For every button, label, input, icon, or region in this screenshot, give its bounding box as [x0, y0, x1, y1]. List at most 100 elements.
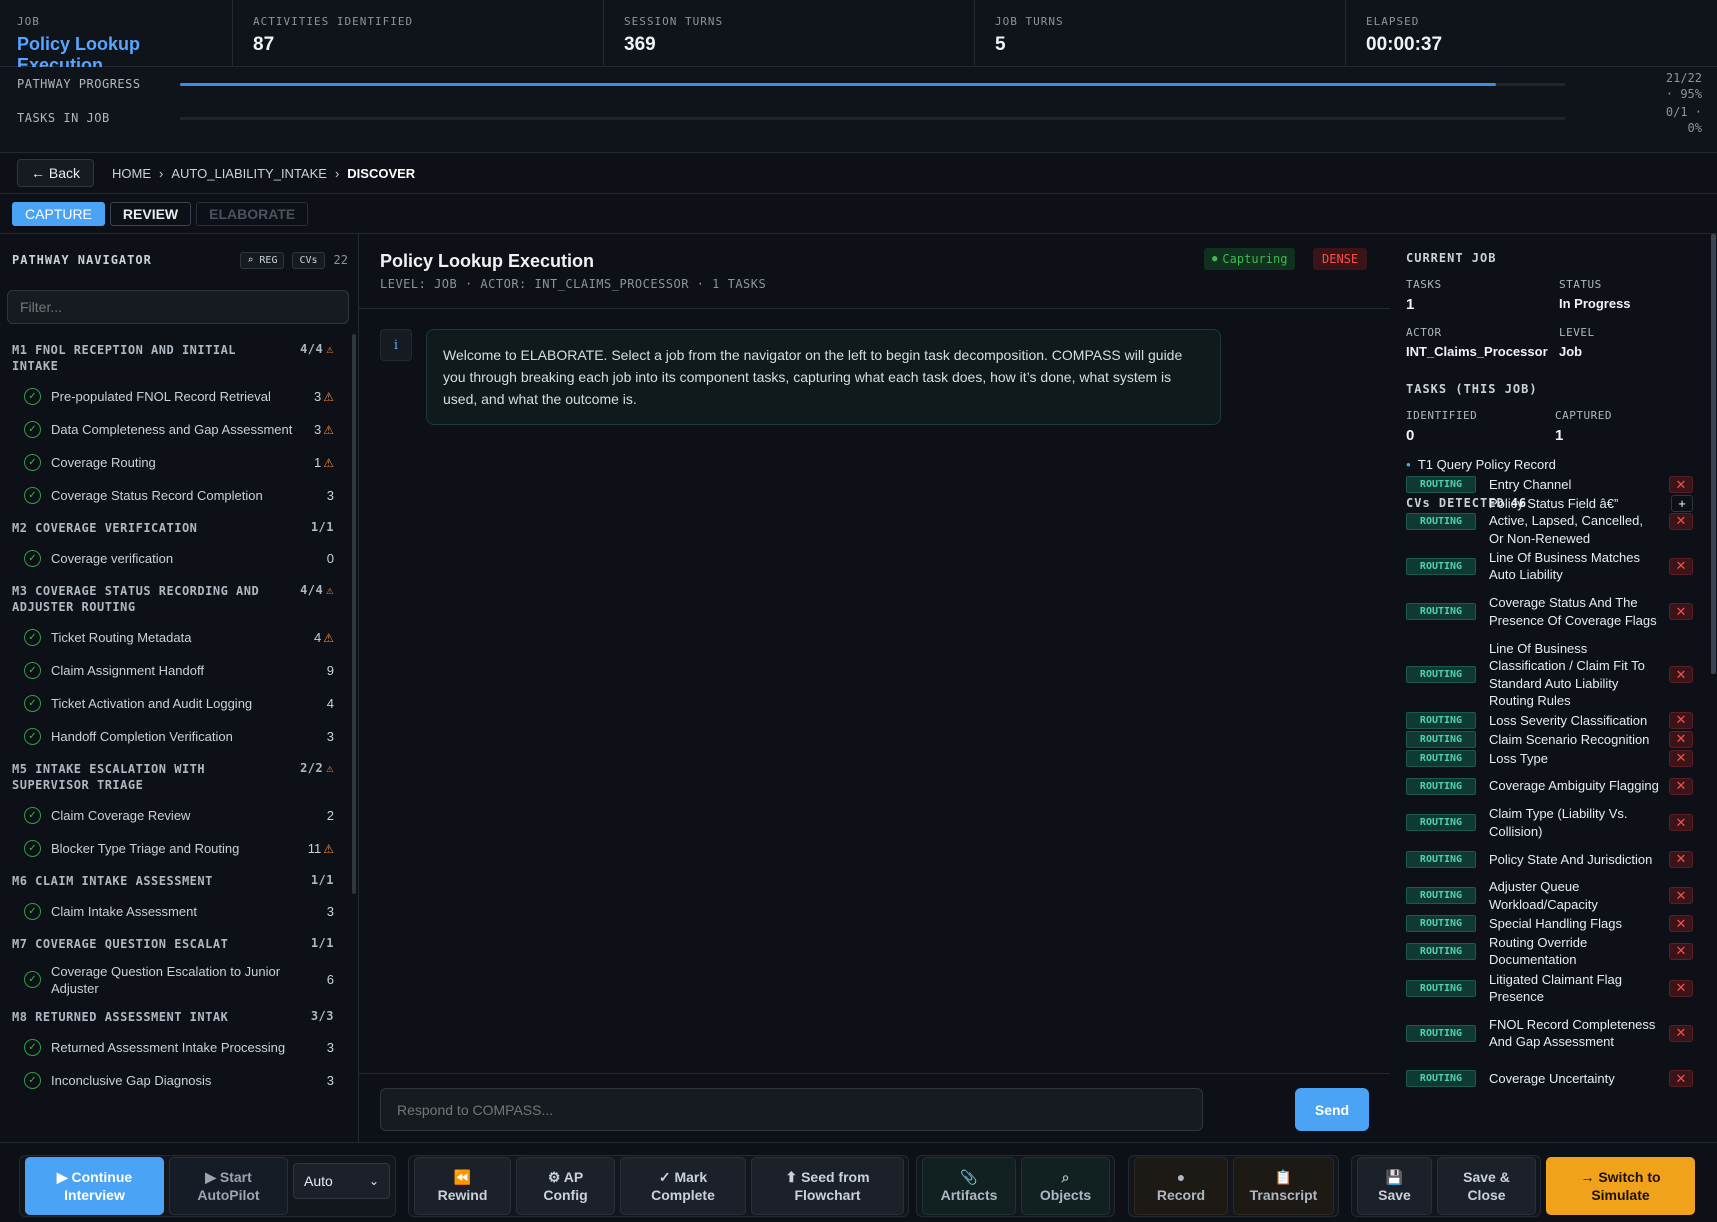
continue-interview-button[interactable]: ▶ Continue Interview [25, 1157, 164, 1215]
list-item[interactable]: ✓ Handoff Completion Verification 3 [0, 720, 354, 753]
task-count-value: 11 [307, 841, 322, 856]
seed-from-flowchart-button[interactable]: ⬆ Seed from Flowchart [751, 1157, 904, 1215]
details-scrollbar[interactable] [1711, 234, 1716, 674]
remove-cv-button[interactable]: ✕ [1669, 777, 1693, 795]
remove-cv-button[interactable]: ✕ [1669, 850, 1693, 868]
module-count: 3/3 [311, 1009, 334, 1025]
ap-config-button[interactable]: ⚙ AP Config [516, 1157, 615, 1215]
check-circle-icon: ✓ [24, 454, 41, 471]
cv-name: Routing Override Documentation [1489, 934, 1588, 968]
cv-row: ROUTING FNOL Record Completeness And Gap … [1406, 1006, 1693, 1060]
list-item[interactable]: ✓ Claim Coverage Review 2 [0, 799, 354, 832]
job-title: Policy Lookup Execution [380, 251, 595, 271]
task-count-value: 3 [314, 389, 322, 404]
warning-icon: ⚠ [326, 761, 334, 775]
list-item[interactable]: ✓ Inconclusive Gap Diagnosis 3 [0, 1064, 354, 1097]
pathway-progress-label: PATHWAY PROGRESS [17, 77, 141, 91]
navigator-scrollbar[interactable] [352, 334, 356, 894]
remove-cv-button[interactable]: ✕ [1669, 915, 1693, 933]
task-name: Claim Intake Assessment [51, 904, 197, 919]
cv-row: ROUTING Coverage Ambiguity Flagging ✕ [1406, 768, 1693, 805]
cv-row: ROUTING Policy State And Jurisdiction ✕ [1406, 841, 1693, 878]
cvs-chip-button[interactable]: CVs [292, 251, 325, 269]
list-item[interactable]: ✓ Coverage verification 0 [0, 542, 354, 575]
routing-tag: ROUTING [1406, 1070, 1476, 1088]
remove-cv-button[interactable]: ✕ [1669, 942, 1693, 960]
list-item[interactable]: ✓ Returned Assessment Intake Processing 3 [0, 1031, 354, 1064]
remove-cv-button[interactable]: ✕ [1669, 711, 1693, 729]
cv-row: ROUTING Entry Channel ✕ [1406, 475, 1693, 494]
remove-cv-button[interactable]: ✕ [1669, 749, 1693, 767]
list-item[interactable]: ✓ Ticket Routing Metadata 4 ⚠ [0, 621, 354, 654]
save-button[interactable]: 💾 Save [1357, 1157, 1432, 1215]
module-header[interactable]: M5 INTAKE ESCALATION WITH SUPERVISOR TRI… [0, 753, 354, 793]
list-item[interactable]: ✓ Blocker Type Triage and Routing 11 ⚠ [0, 832, 354, 865]
routing-tag: ROUTING [1406, 887, 1476, 905]
breadcrumb-separator: › [159, 165, 164, 181]
remove-cv-button[interactable]: ✕ [1669, 979, 1693, 997]
pathway-progress-value: 21/22 · 95% [1640, 70, 1702, 102]
tab-capture[interactable]: CAPTURE [12, 201, 105, 226]
switch-to-simulate-button[interactable]: → Switch to Simulate [1546, 1157, 1695, 1215]
autopilot-mode-select[interactable]: Auto ⌄ [293, 1163, 390, 1199]
remove-cv-button[interactable]: ✕ [1669, 814, 1693, 832]
cvs-count: 22 [333, 253, 348, 267]
list-item[interactable]: ✓ Ticket Activation and Audit Logging 4 [0, 687, 354, 720]
remove-cv-button[interactable]: ✕ [1669, 666, 1693, 684]
breadcrumb-project[interactable]: AUTO_LIABILITY_INTAKE [171, 166, 327, 181]
cv-row: ROUTING Coverage Status And The Presence … [1406, 585, 1693, 639]
level-value: Job [1559, 344, 1583, 359]
module-header[interactable]: M2 COVERAGE VERIFICATION 1/1 [0, 512, 354, 536]
autopilot-line1: ▶ Start [205, 1169, 252, 1185]
response-input[interactable] [380, 1088, 1203, 1131]
start-autopilot-button[interactable]: ▶ Start AutoPilot [169, 1157, 288, 1215]
reg-chip-button[interactable]: ⌕ REG [240, 251, 285, 269]
cv-name: Entry Channel [1489, 476, 1572, 492]
mark-complete-button[interactable]: ✓ Mark Complete [620, 1157, 746, 1215]
remove-cv-button[interactable]: ✕ [1669, 476, 1693, 493]
module-header[interactable]: M1 FNOL RECEPTION AND INITIAL INTAKE 4/4 ⚠ [0, 334, 354, 374]
switch-line2: Simulate [1591, 1187, 1650, 1203]
list-item[interactable]: ✓ Coverage Status Record Completion 3 [0, 479, 354, 512]
objects-button[interactable]: ⌕ Objects [1021, 1157, 1110, 1215]
module-header[interactable]: M6 CLAIM INTAKE ASSESSMENT 1/1 [0, 865, 354, 889]
tab-review[interactable]: REVIEW [109, 201, 192, 226]
remove-cv-button[interactable]: ✕ [1669, 512, 1693, 530]
current-job-heading: CURRENT JOB [1406, 251, 1497, 265]
routing-tag: ROUTING [1406, 979, 1476, 997]
cv-name: Loss Severity Classification [1489, 712, 1648, 728]
list-item[interactable]: ✓ Coverage Question Escalation to Junior … [0, 958, 354, 1001]
task-item[interactable]: ● T1 Query Policy Record [1406, 457, 1556, 472]
module-title: M3 COVERAGE STATUS RECORDING AND ADJUSTE… [12, 584, 260, 614]
stat-activities-label: ACTIVITIES IDENTIFIED [253, 15, 414, 28]
back-button[interactable]: ← Back [17, 159, 95, 187]
cv-name: Special Handling Flags [1489, 915, 1622, 931]
module-header[interactable]: M8 RETURNED ASSESSMENT INTAK 3/3 [0, 1001, 354, 1025]
artifacts-button[interactable]: 📎 Artifacts [922, 1157, 1016, 1215]
navigator-filter-input[interactable] [7, 290, 349, 324]
list-item[interactable]: ✓ Claim Intake Assessment 3 [0, 895, 354, 928]
remove-cv-button[interactable]: ✕ [1669, 730, 1693, 748]
chat-header: Policy Lookup Execution LEVEL: JOB · ACT… [359, 234, 1390, 309]
rewind-button[interactable]: ⏪ Rewind [414, 1157, 511, 1215]
module-header[interactable]: M7 COVERAGE QUESTION ESCALAT 1/1 [0, 928, 354, 952]
remove-cv-button[interactable]: ✕ [1669, 887, 1693, 905]
remove-cv-button[interactable]: ✕ [1669, 1024, 1693, 1042]
remove-cv-button[interactable]: ✕ [1669, 603, 1693, 621]
transcript-button[interactable]: 📋 Transcript [1233, 1157, 1334, 1215]
list-item[interactable]: ✓ Data Completeness and Gap Assessment 3 ⚠ [0, 413, 354, 446]
remove-cv-button[interactable]: ✕ [1669, 557, 1693, 575]
task-name: Claim Assignment Handoff [51, 663, 204, 678]
list-item[interactable]: ✓ Claim Assignment Handoff 9 [0, 654, 354, 687]
list-item[interactable]: ✓ Pre-populated FNOL Record Retrieval 3 ⚠ [0, 380, 354, 413]
send-button[interactable]: Send [1295, 1088, 1369, 1131]
save-label: Save [1378, 1187, 1411, 1203]
record-button[interactable]: ● Record [1134, 1157, 1228, 1215]
stat-elapsed-value: 00:00:37 [1366, 34, 1443, 55]
cv-row: ROUTING Special Handling Flags ✕ [1406, 914, 1693, 933]
module-header[interactable]: M3 COVERAGE STATUS RECORDING AND ADJUSTE… [0, 575, 354, 615]
remove-cv-button[interactable]: ✕ [1669, 1070, 1693, 1088]
save-close-button[interactable]: Save & Close [1437, 1157, 1536, 1215]
breadcrumb-home[interactable]: HOME [112, 166, 151, 181]
list-item[interactable]: ✓ Coverage Routing 1 ⚠ [0, 446, 354, 479]
